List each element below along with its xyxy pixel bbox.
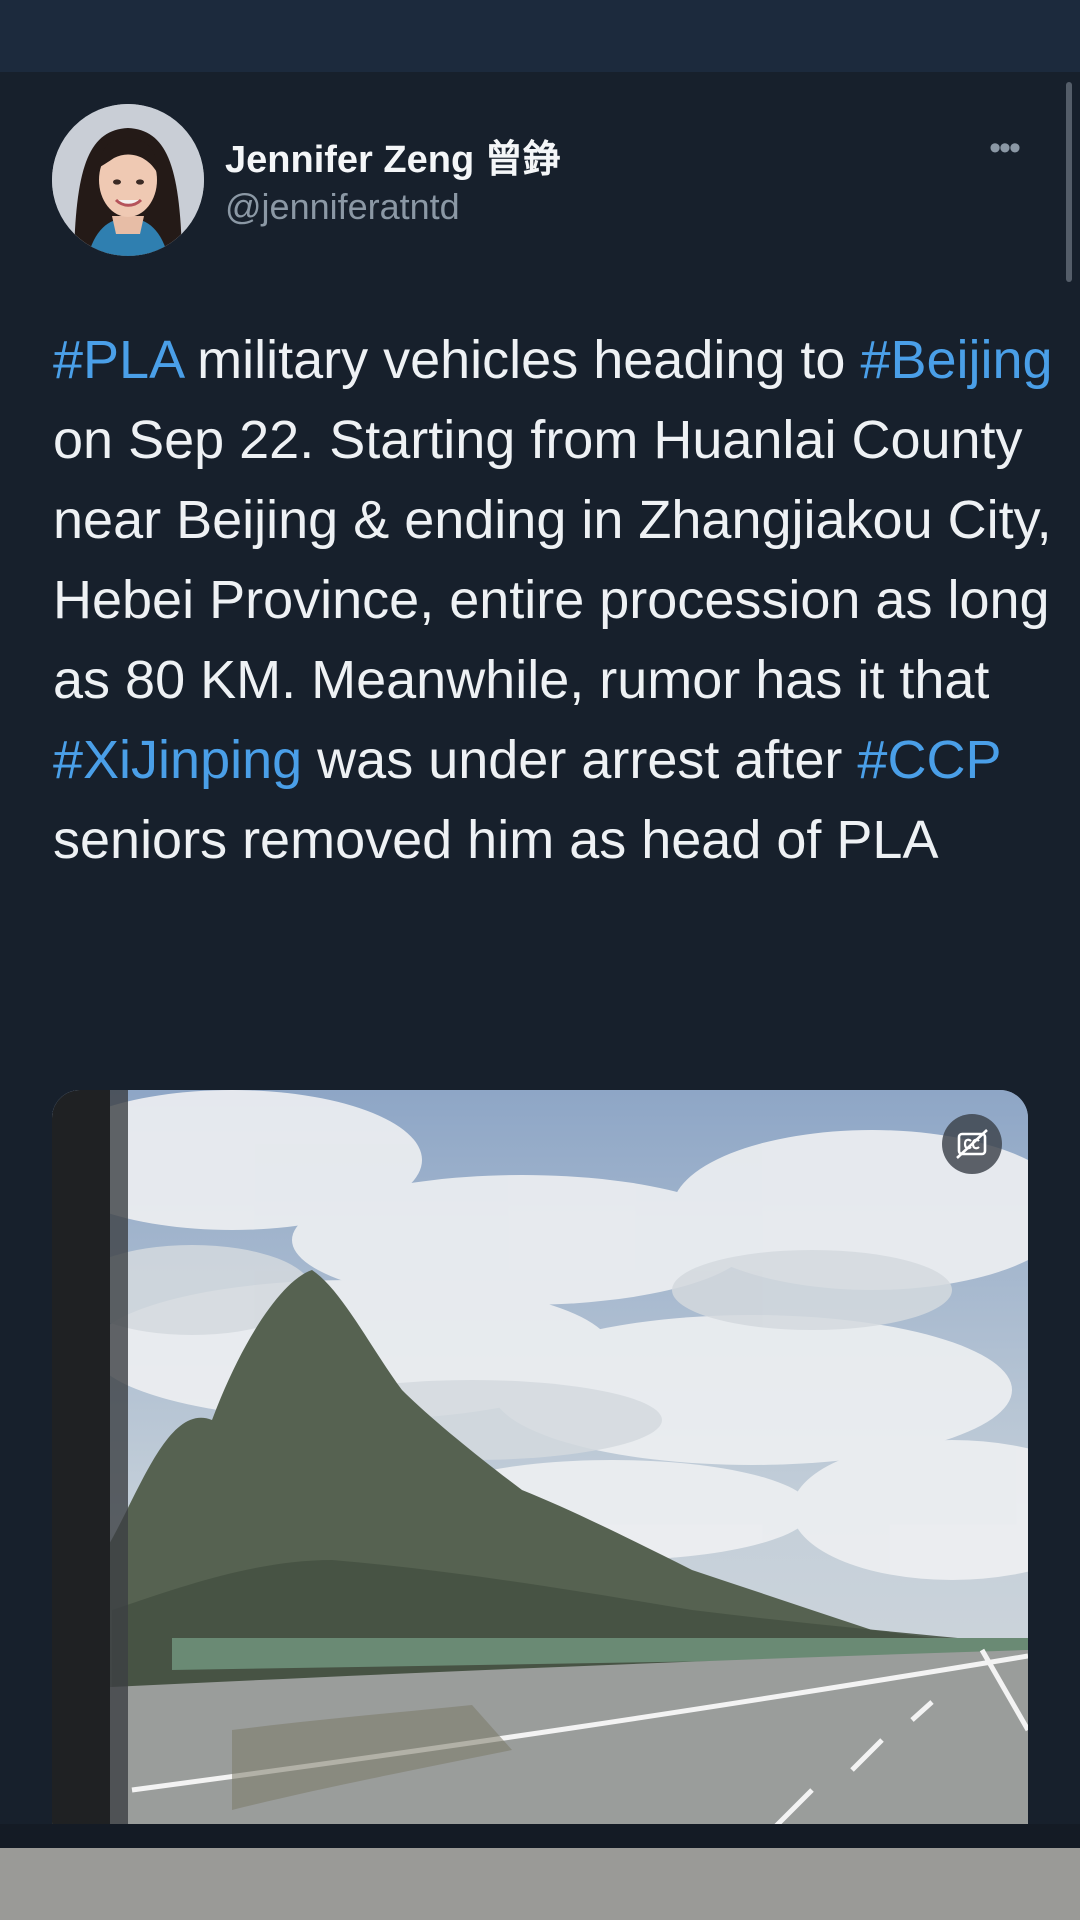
tweet-text-part: was under arrest after — [302, 730, 858, 790]
captions-toggle-button[interactable] — [942, 1114, 1002, 1174]
video-player[interactable] — [52, 1090, 1028, 1848]
hashtag-ccp[interactable]: #CCP — [857, 730, 1000, 790]
video-frame — [52, 1090, 1028, 1848]
tweet-text: #PLA military vehicles heading to #Beiji… — [53, 320, 1053, 880]
avatar[interactable] — [52, 104, 204, 256]
author-handle[interactable]: @jenniferatntd — [225, 186, 460, 228]
tweet-text-part: seniors removed him as head of PLA — [53, 810, 939, 870]
more-options-button[interactable]: ••• — [976, 129, 1032, 167]
tweet-detail-sheet: Jennifer Zeng 曾錚 @jenniferatntd ••• #PLA… — [0, 72, 1080, 1848]
closed-captions-off-icon — [956, 1129, 988, 1159]
tweet-text-part: military vehicles heading to — [182, 330, 861, 390]
scrollbar[interactable] — [1066, 82, 1072, 282]
more-horizontal-icon: ••• — [989, 129, 1021, 167]
bottom-divider — [0, 1824, 1080, 1848]
status-bar — [0, 0, 1080, 72]
tweet-text-part: on Sep 22. Starting from Huanlai County … — [53, 410, 1052, 710]
hashtag-xijinping[interactable]: #XiJinping — [53, 730, 302, 790]
hashtag-pla[interactable]: #PLA — [53, 330, 182, 390]
hashtag-beijing[interactable]: #Beijing — [860, 330, 1052, 390]
author-display-name[interactable]: Jennifer Zeng 曾錚 — [225, 128, 561, 183]
avatar-image — [52, 104, 204, 256]
